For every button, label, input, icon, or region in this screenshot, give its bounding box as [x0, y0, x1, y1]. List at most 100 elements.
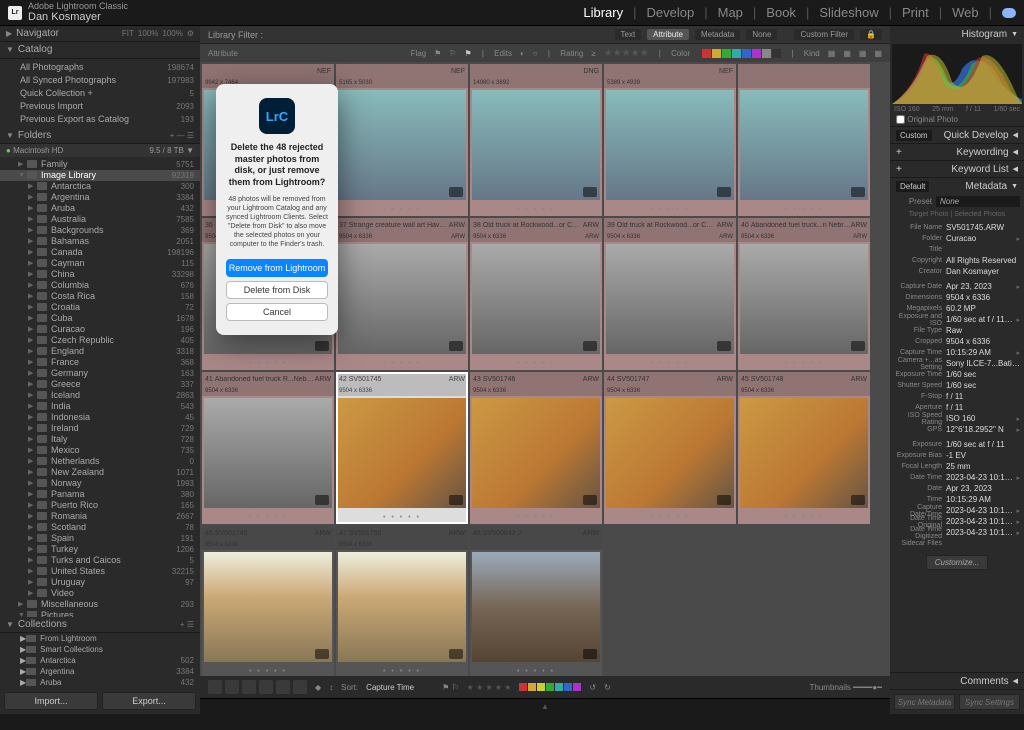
rating-dots[interactable]: • • • • • — [651, 360, 689, 367]
view-mode-icons[interactable] — [208, 680, 307, 694]
collection-item[interactable]: ▶From Lightroom — [0, 633, 200, 644]
module-print[interactable]: Print — [902, 5, 929, 20]
folders-tools[interactable]: + — ☰ — [170, 131, 194, 140]
kind-icon[interactable]: ▦ — [828, 49, 836, 58]
folder-item[interactable]: ▶Netherlands0 — [0, 456, 200, 467]
folder-item[interactable]: ▶Backgrounds369 — [0, 225, 200, 236]
folder-item[interactable]: ▶Puerto Rico165 — [0, 500, 200, 511]
goto-icon[interactable]: ▸ — [1014, 235, 1020, 243]
flag-picked-icon[interactable]: ⚑ — [434, 49, 441, 58]
folder-item[interactable]: ▶Turks and Caicos5 — [0, 555, 200, 566]
folder-item[interactable]: ▶India543 — [0, 401, 200, 412]
module-slideshow[interactable]: Slideshow — [819, 5, 878, 20]
thumbnail-badge-icon[interactable] — [717, 341, 731, 351]
folder-item[interactable]: ▶United States32215 — [0, 566, 200, 577]
collection-item[interactable]: ▶Smart Collections — [0, 644, 200, 655]
folder-item[interactable]: ▶Ireland729 — [0, 423, 200, 434]
folder-item[interactable]: ▶Norway1993 — [0, 478, 200, 489]
folder-item[interactable]: ▶Panama380 — [0, 489, 200, 500]
rating-dots[interactable]: • • • • • — [383, 514, 421, 521]
color-label-tool[interactable] — [519, 683, 581, 691]
color-swatch[interactable] — [762, 49, 771, 58]
catalog-header[interactable]: ▼ Catalog — [0, 42, 200, 58]
thumbnail-badge-icon[interactable] — [851, 187, 865, 197]
metadata-value[interactable]: 10:15:29 AM — [946, 495, 1020, 504]
rating-dots[interactable]: • • • • • — [517, 360, 555, 367]
keyword-list-header[interactable]: +Keyword List◀ — [890, 161, 1024, 177]
folder-item[interactable]: ▶Spain191 — [0, 533, 200, 544]
metadata-value[interactable]: 10:15:29 AM — [946, 348, 1014, 357]
color-swatch[interactable] — [546, 683, 554, 691]
rating-dots[interactable]: • • • • • — [249, 514, 287, 521]
metadata-value[interactable]: -1 EV — [946, 451, 1020, 460]
sync-metadata-button[interactable]: Sync Metadata — [894, 694, 955, 710]
color-swatch[interactable] — [752, 49, 761, 58]
rating-stars[interactable]: ★★★★★ — [604, 48, 649, 59]
color-swatches[interactable] — [702, 49, 781, 58]
folder-item[interactable]: ▶Bahamas2051 — [0, 236, 200, 247]
thumbnail-cell[interactable]: 37 Strange creature wall art Havana-1921… — [336, 218, 468, 370]
nav-fit[interactable]: FIT — [122, 29, 134, 38]
folder-item[interactable]: ▶Miscellaneous293 — [0, 599, 200, 610]
rating-tool[interactable]: ★ ★ ★ ★ ★ — [467, 683, 512, 692]
customize-button[interactable]: Customize... — [926, 555, 988, 570]
folder-item[interactable]: ▶China33298 — [0, 269, 200, 280]
catalog-item[interactable]: All Synced Photographs197983 — [0, 74, 200, 87]
color-swatch[interactable] — [712, 49, 721, 58]
thumbnail-cell[interactable]: 44 SV501747ARW 9504 x 6336 • • • • • — [604, 372, 736, 524]
color-swatch[interactable] — [722, 49, 731, 58]
metadata-value[interactable]: 60.2 MP — [946, 304, 1020, 313]
rating-dots[interactable]: • • • • • — [517, 206, 555, 213]
thumbnail-badge-icon[interactable] — [315, 341, 329, 351]
flag-tools[interactable]: ⚑ ⚐ — [442, 683, 459, 692]
rating-dots[interactable]: • • • • • — [383, 360, 421, 367]
collections-header[interactable]: ▼ Collections + ☰ — [0, 617, 200, 633]
thumbnail-badge-icon[interactable] — [583, 495, 597, 505]
metadata-preset[interactable]: Default — [896, 181, 929, 192]
color-swatch[interactable] — [564, 683, 572, 691]
metadata-value[interactable]: 1/60 sec — [946, 370, 1020, 379]
rating-dots[interactable]: • • • • • — [785, 360, 823, 367]
collection-item[interactable]: ▶Antarctica502 — [0, 655, 200, 666]
sort-value[interactable]: Capture Time — [366, 683, 414, 692]
color-swatch[interactable] — [555, 683, 563, 691]
thumbnail-badge-icon[interactable] — [851, 495, 865, 505]
collection-item[interactable]: ▶Aruba432 — [0, 677, 200, 688]
kind-icon[interactable]: ▦ — [874, 49, 882, 58]
catalog-item[interactable]: Quick Collection +5 — [0, 87, 200, 100]
folder-item[interactable]: ▶Iceland2863 — [0, 390, 200, 401]
color-swatch[interactable] — [528, 683, 536, 691]
sync-settings-button[interactable]: Sync Settings — [959, 694, 1020, 710]
folders-header[interactable]: ▼ Folders + — ☰ — [0, 128, 200, 144]
folder-item[interactable]: ▶Argentina3384 — [0, 192, 200, 203]
color-swatch[interactable] — [772, 49, 781, 58]
goto-icon[interactable]: ▸ — [1014, 507, 1020, 515]
folder-item[interactable]: ▶Costa Rica158 — [0, 291, 200, 302]
metadata-value[interactable]: 2023-04-23 10:15:29... — [946, 473, 1014, 482]
goto-icon[interactable]: ▸ — [1014, 529, 1020, 537]
flag-rejected-icon[interactable]: ⚑ — [464, 49, 471, 58]
qd-preset[interactable]: Custom — [896, 130, 932, 141]
preset-value[interactable]: None — [936, 196, 1020, 207]
rating-dots[interactable]: • • • • • — [517, 514, 555, 521]
metadata-value[interactable]: 1/60 sec — [946, 381, 1020, 390]
folder-item[interactable]: ▶England3318 — [0, 346, 200, 357]
catalog-item[interactable]: Previous Import2093 — [0, 100, 200, 113]
filter-attribute[interactable]: Attribute — [647, 29, 689, 40]
folder-item[interactable]: ▶Curacao196 — [0, 324, 200, 335]
cancel-button[interactable]: Cancel — [226, 303, 328, 321]
histogram-header[interactable]: Histogram▼ — [890, 26, 1024, 42]
thumbnail-cell[interactable]: 40 Abandoned fuel truck...n Nebraska bor… — [738, 218, 870, 370]
delete-from-disk-button[interactable]: Delete from Disk — [226, 281, 328, 299]
thumbnail-cell[interactable]: 48 SV500043-2ARW • • • • • — [470, 526, 602, 676]
metadata-value[interactable]: Dan Kosmayer — [946, 267, 1020, 276]
goto-icon[interactable]: ▸ — [1014, 474, 1020, 482]
thumbnail-cell[interactable]: 45 SV501748ARW 9504 x 6336 • • • • • — [738, 372, 870, 524]
folder-item[interactable]: ▶Turkey1206 — [0, 544, 200, 555]
cloud-sync-icon[interactable] — [1002, 8, 1016, 18]
thumbnail-cell[interactable]: 46 SV501749ARW 9504 x 6336 • • • • • — [202, 526, 334, 676]
filter-lock-icon[interactable]: 🔒 — [860, 29, 882, 40]
folder-item[interactable]: ▶Antarctica300 — [0, 181, 200, 192]
metadata-value[interactable]: All Rights Reserved — [946, 256, 1020, 265]
rating-dots[interactable]: • • • • • — [785, 206, 823, 213]
